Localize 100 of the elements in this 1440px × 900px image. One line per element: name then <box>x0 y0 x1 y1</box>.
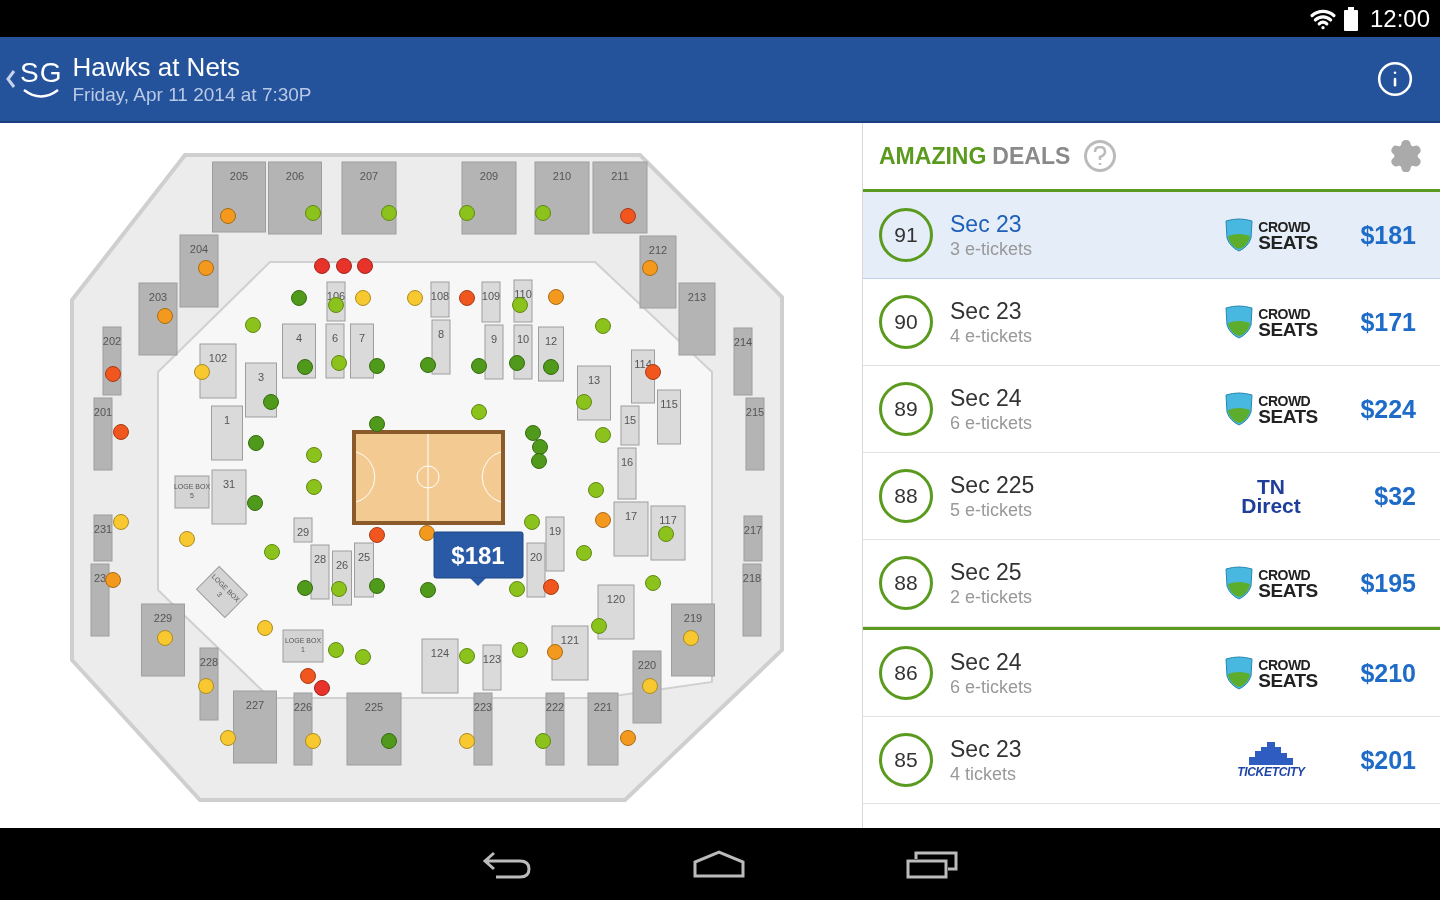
price-marker[interactable] <box>471 404 487 420</box>
seat-section[interactable] <box>545 516 565 572</box>
price-marker[interactable] <box>179 531 195 547</box>
seat-section[interactable] <box>350 323 374 379</box>
price-marker[interactable] <box>471 358 487 374</box>
price-marker[interactable] <box>407 290 423 306</box>
price-marker[interactable] <box>543 579 559 595</box>
seat-section[interactable] <box>733 327 753 396</box>
seat-section[interactable] <box>620 405 640 446</box>
price-marker[interactable] <box>591 618 607 634</box>
seat-section[interactable] <box>174 475 210 509</box>
price-marker[interactable] <box>263 394 279 410</box>
price-marker[interactable] <box>331 581 347 597</box>
price-marker[interactable] <box>642 260 658 276</box>
price-marker[interactable] <box>532 439 548 455</box>
price-marker[interactable] <box>658 526 674 542</box>
seat-section[interactable] <box>617 447 637 500</box>
price-marker[interactable] <box>355 290 371 306</box>
price-marker[interactable] <box>595 427 611 443</box>
price-marker[interactable] <box>512 297 528 313</box>
price-marker[interactable] <box>198 678 214 694</box>
price-marker[interactable] <box>248 435 264 451</box>
info-icon[interactable] <box>1376 60 1414 98</box>
seat-section[interactable] <box>421 638 459 694</box>
seat-section[interactable] <box>745 397 765 471</box>
seat-section[interactable] <box>179 234 219 308</box>
price-marker[interactable] <box>642 678 658 694</box>
seat-section[interactable] <box>141 603 185 677</box>
seat-section[interactable] <box>482 644 502 691</box>
price-marker[interactable] <box>459 205 475 221</box>
price-marker[interactable] <box>105 366 121 382</box>
price-marker[interactable] <box>588 482 604 498</box>
price-marker[interactable] <box>525 425 541 441</box>
seat-section[interactable] <box>743 515 763 562</box>
price-marker[interactable] <box>369 358 385 374</box>
seat-section[interactable] <box>526 542 546 598</box>
price-marker[interactable] <box>381 205 397 221</box>
price-marker[interactable] <box>357 258 373 274</box>
price-marker[interactable] <box>355 649 371 665</box>
price-marker[interactable] <box>314 680 330 696</box>
price-marker[interactable] <box>535 733 551 749</box>
seat-section[interactable] <box>632 650 662 724</box>
price-marker[interactable] <box>220 730 236 746</box>
price-marker[interactable] <box>198 260 214 276</box>
price-marker[interactable] <box>257 620 273 636</box>
price-marker[interactable] <box>547 644 563 660</box>
price-marker[interactable] <box>113 514 129 530</box>
price-marker[interactable] <box>328 642 344 658</box>
back-icon[interactable] <box>482 849 532 879</box>
deal-row[interactable]: 91 Sec 23 3 e-tickets CROWD SEATS $181 <box>863 192 1440 279</box>
price-marker[interactable] <box>300 668 316 684</box>
seat-section[interactable] <box>346 692 402 766</box>
price-marker[interactable] <box>548 289 564 305</box>
seat-section[interactable] <box>551 625 589 681</box>
seat-section[interactable] <box>199 343 237 399</box>
app-logo[interactable]: SG <box>20 59 63 87</box>
seat-section[interactable] <box>268 161 322 235</box>
seat-section[interactable] <box>657 389 681 445</box>
seat-section[interactable] <box>212 161 266 233</box>
seat-section[interactable] <box>310 544 330 600</box>
seat-section[interactable] <box>742 563 762 637</box>
price-marker[interactable] <box>620 208 636 224</box>
seat-section[interactable] <box>481 281 501 323</box>
price-marker[interactable] <box>314 258 330 274</box>
price-marker[interactable] <box>420 357 436 373</box>
seat-section[interactable] <box>341 161 397 235</box>
seat-section[interactable] <box>473 692 493 766</box>
price-marker[interactable] <box>306 479 322 495</box>
price-marker[interactable] <box>291 290 307 306</box>
seat-section[interactable] <box>354 542 374 598</box>
price-marker[interactable] <box>543 359 559 375</box>
price-marker[interactable] <box>297 580 313 596</box>
price-marker[interactable] <box>535 205 551 221</box>
price-marker[interactable] <box>264 544 280 560</box>
price-marker[interactable] <box>576 545 592 561</box>
price-marker[interactable] <box>306 447 322 463</box>
price-marker[interactable] <box>194 364 210 380</box>
price-marker[interactable] <box>305 733 321 749</box>
recents-icon[interactable] <box>906 849 958 879</box>
settings-icon[interactable] <box>1388 138 1424 174</box>
seat-section[interactable] <box>678 282 716 356</box>
price-marker[interactable] <box>645 575 661 591</box>
price-marker[interactable] <box>459 648 475 664</box>
seat-section[interactable] <box>211 405 243 461</box>
seat-section[interactable] <box>431 319 451 375</box>
seat-section[interactable] <box>671 603 715 677</box>
price-marker[interactable] <box>381 733 397 749</box>
price-marker[interactable] <box>297 359 313 375</box>
seat-section[interactable] <box>592 161 648 234</box>
seat-section[interactable] <box>430 281 450 318</box>
price-marker[interactable] <box>419 525 435 541</box>
seat-section[interactable] <box>93 514 113 562</box>
price-marker[interactable] <box>113 424 129 440</box>
price-marker[interactable] <box>509 581 525 597</box>
help-icon[interactable] <box>1084 140 1117 172</box>
seat-section[interactable] <box>138 282 178 356</box>
seat-section[interactable] <box>293 517 313 543</box>
price-marker[interactable] <box>524 514 540 530</box>
price-marker[interactable] <box>531 453 547 469</box>
price-marker[interactable] <box>595 318 611 334</box>
